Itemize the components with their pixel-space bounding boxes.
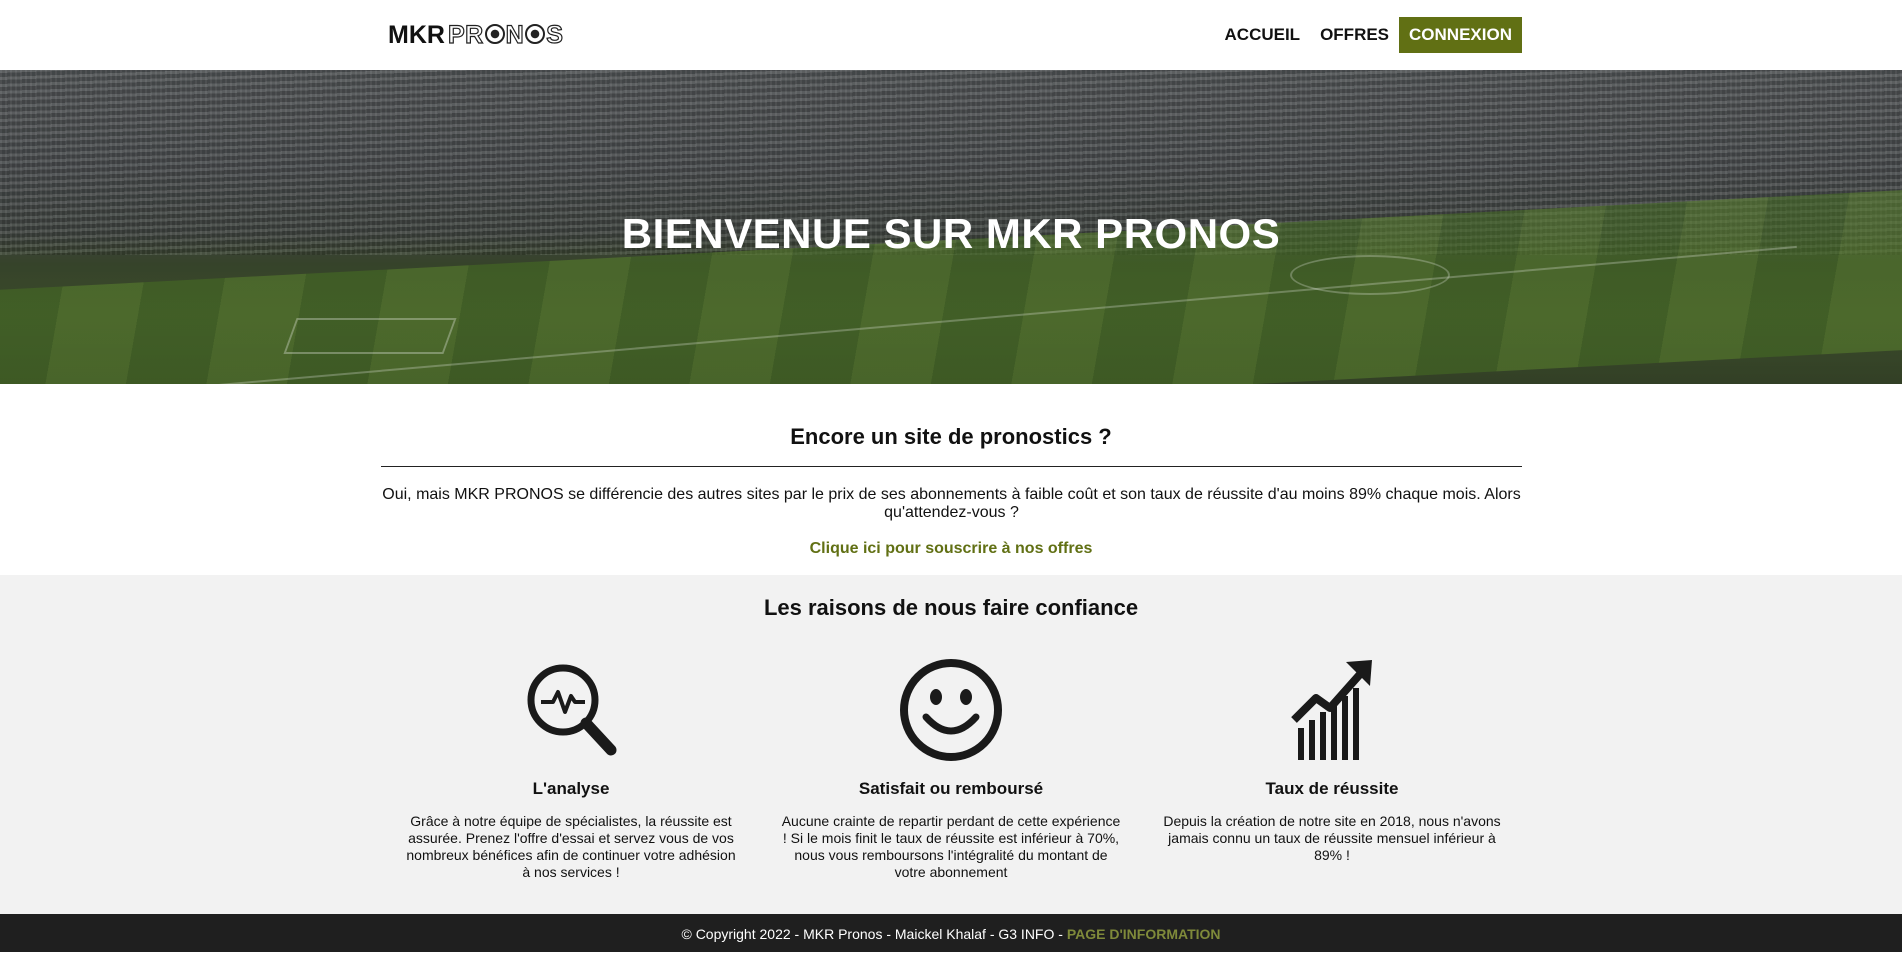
- feature-title: Taux de réussite: [1265, 779, 1399, 798]
- hero-banner: BIENVENUE SUR MKR PRONOS: [0, 70, 1902, 384]
- intro-text: Oui, mais MKR PRONOS se différencie des …: [382, 486, 1521, 521]
- magnifier-pulse-icon: [401, 655, 741, 765]
- feature-text: Depuis la création de notre site en 2018…: [1163, 813, 1501, 863]
- trust-reasons-section: Les raisons de nous faire confiance L'an…: [0, 575, 1902, 914]
- logo-text-s: S: [546, 20, 564, 49]
- logo-text-mkr: MKR: [388, 20, 445, 49]
- reasons-title: Les raisons de nous faire confiance: [763, 595, 1139, 620]
- site-logo[interactable]: MKR PR N S: [388, 20, 564, 50]
- growth-chart-icon: [1162, 655, 1502, 765]
- smiley-icon: [781, 655, 1121, 765]
- feature-analysis: L'analyse Grâce à notre équipe de spécia…: [401, 655, 741, 881]
- nav-login-button[interactable]: CONNEXION: [1399, 17, 1522, 53]
- logo-text-pronos: PR N S: [447, 20, 564, 50]
- feature-title: Satisfait ou remboursé: [858, 779, 1044, 798]
- footer-info-link[interactable]: PAGE D'INFORMATION: [1067, 926, 1221, 942]
- main-nav: ACCUEIL OFFRES CONNEXION: [1215, 17, 1522, 53]
- football-icon: [525, 23, 546, 44]
- nav-home-link[interactable]: ACCUEIL: [1215, 17, 1311, 53]
- feature-text: Aucune crainte de repartir perdant de ce…: [781, 813, 1121, 880]
- subscribe-offers-link[interactable]: Clique ici pour souscrire à nos offres: [0, 540, 1902, 558]
- site-footer: © Copyright 2022 - MKR Pronos - Maickel …: [0, 914, 1902, 952]
- intro-divider: [381, 466, 1522, 467]
- pitch-center-circle: [1290, 255, 1450, 295]
- feature-success-rate: Taux de réussite Depuis la création de n…: [1162, 655, 1502, 864]
- feature-satisfaction: Satisfait ou remboursé Aucune crainte de…: [781, 655, 1121, 881]
- feature-text: Grâce à notre équipe de spécialistes, la…: [406, 813, 736, 880]
- footer-copyright: © Copyright 2022 - MKR Pronos - Maickel …: [681, 926, 1067, 942]
- site-header: MKR PR N S ACCUEIL OFFRES CONNEXION: [0, 0, 1902, 70]
- intro-title: Encore un site de pronostics ?: [790, 424, 1112, 449]
- football-icon: [484, 23, 505, 44]
- feature-title: L'analyse: [532, 779, 610, 798]
- hero-title: BIENVENUE SUR MKR PRONOS: [621, 210, 1281, 257]
- nav-offers-link[interactable]: OFFRES: [1310, 17, 1399, 53]
- logo-text-pr: PR: [447, 20, 484, 49]
- logo-text-n: N: [505, 20, 525, 49]
- pitch-penalty-box: [283, 318, 457, 354]
